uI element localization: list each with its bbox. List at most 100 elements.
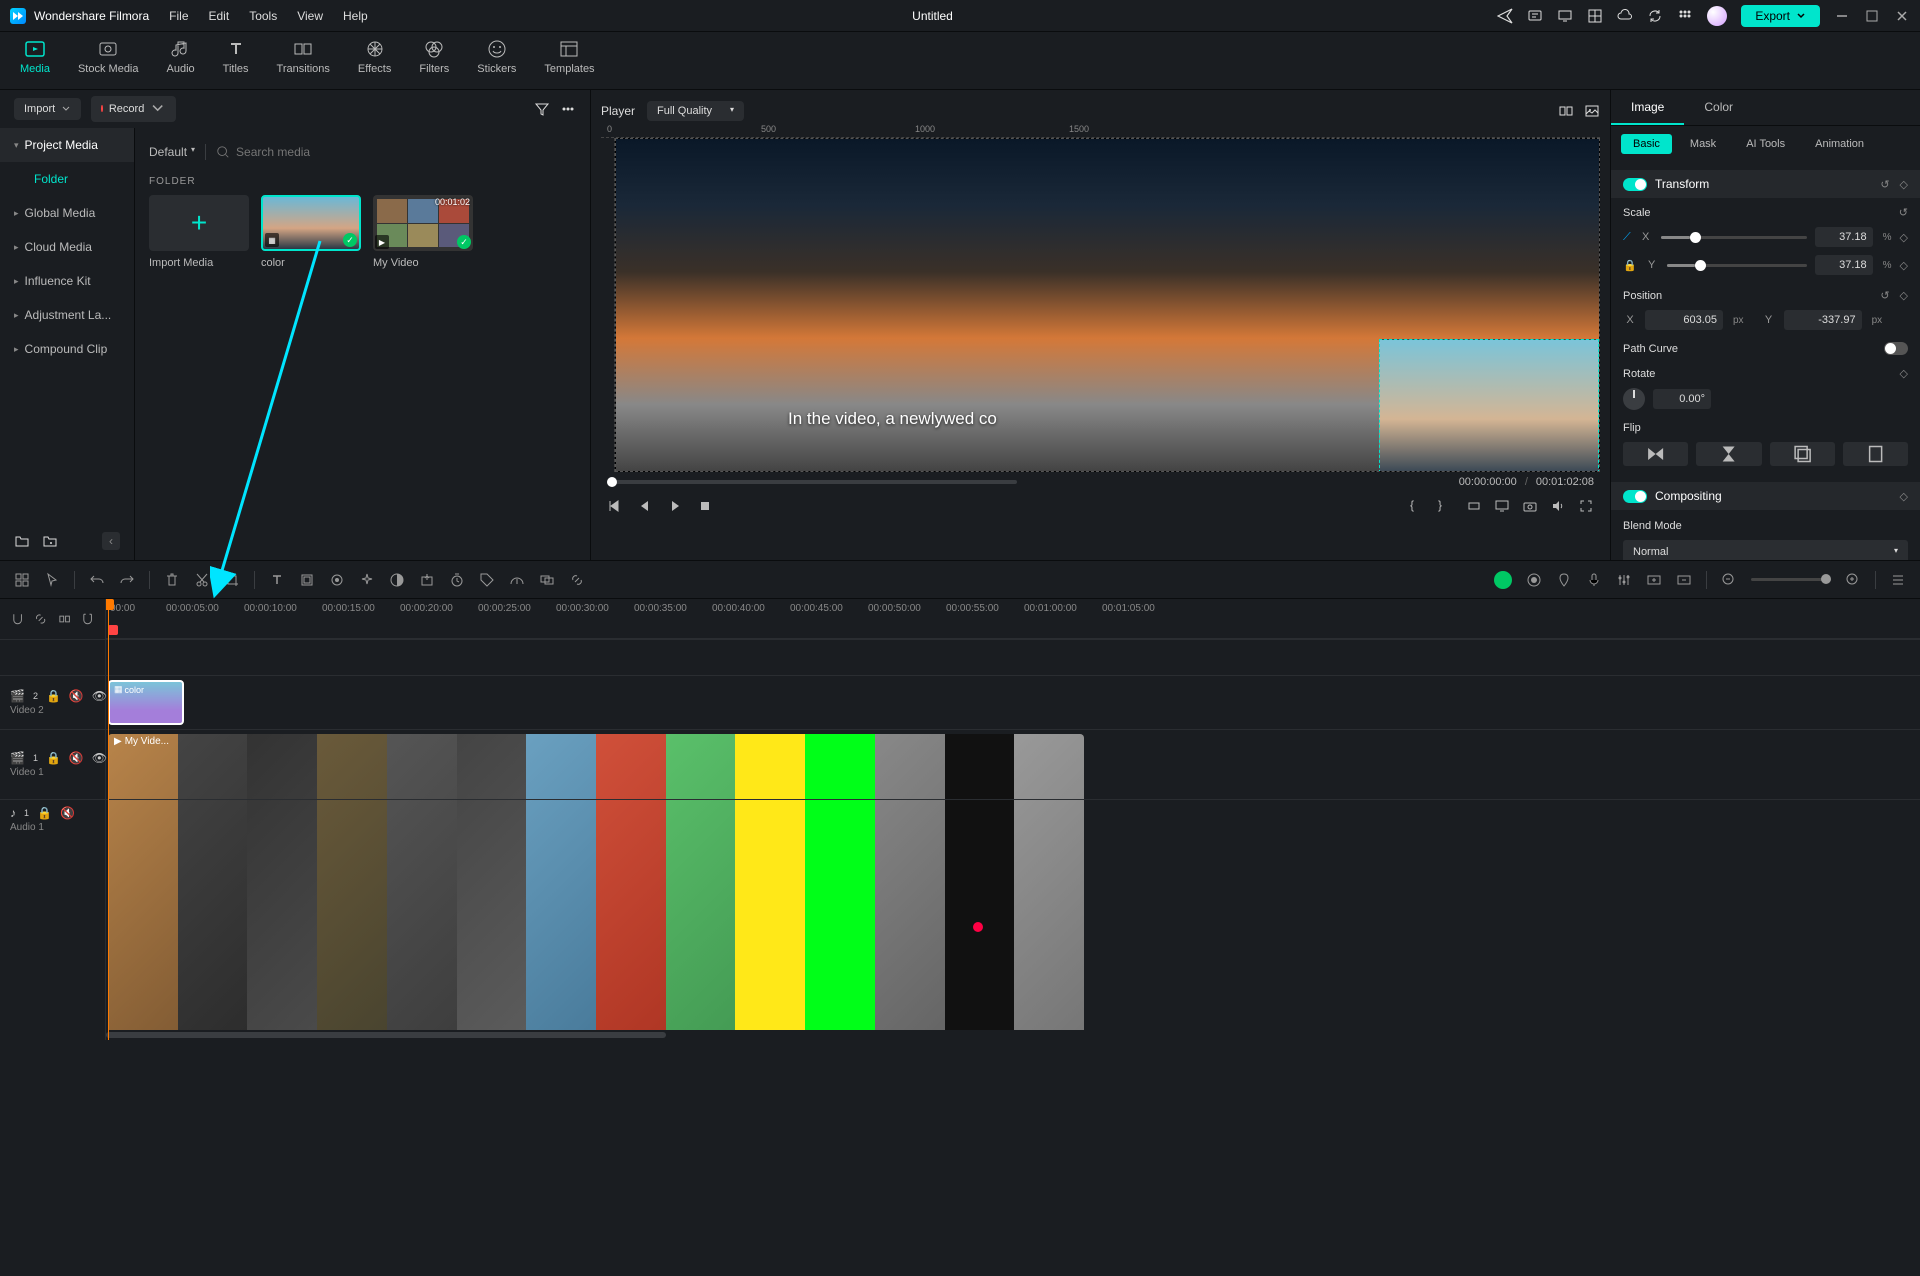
delete-icon[interactable] — [164, 572, 180, 588]
export-frame-icon[interactable] — [419, 572, 435, 588]
compare-icon[interactable] — [1558, 103, 1574, 119]
tab-filters[interactable]: Filters — [419, 38, 449, 89]
ripple-icon[interactable] — [57, 611, 72, 627]
transform-toggle[interactable] — [1623, 178, 1647, 191]
menu-view[interactable]: View — [297, 9, 323, 23]
speed-icon[interactable] — [509, 572, 525, 588]
sort-dropdown[interactable]: Default▾ — [149, 145, 195, 159]
clip-icon[interactable] — [1466, 498, 1482, 514]
sidebar-influence-kit[interactable]: ▸Influence Kit — [0, 264, 134, 298]
snapshot-icon[interactable] — [1522, 498, 1538, 514]
render-button[interactable] — [1494, 571, 1512, 589]
pip-overlay[interactable] — [1379, 339, 1599, 472]
more-icon[interactable] — [560, 101, 576, 117]
crop-icon[interactable] — [224, 572, 240, 588]
track-video1[interactable]: ▶ My Vide... — [106, 729, 1920, 799]
tab-audio[interactable]: Audio — [167, 38, 195, 89]
tab-effects[interactable]: Effects — [358, 38, 391, 89]
marker-indicator[interactable] — [108, 625, 118, 635]
effect-icon[interactable] — [329, 572, 345, 588]
zoom-in-icon[interactable] — [1845, 572, 1861, 588]
undo-icon[interactable] — [89, 572, 105, 588]
sidebar-folder[interactable]: Folder — [0, 162, 134, 196]
track-sub-icon[interactable] — [1676, 572, 1692, 588]
sidebar-compound-clip[interactable]: ▸Compound Clip — [0, 332, 134, 366]
tab-stickers[interactable]: Stickers — [477, 38, 516, 89]
cursor-icon[interactable] — [44, 572, 60, 588]
mark-in-icon[interactable]: { — [1410, 498, 1426, 514]
tab-titles[interactable]: Titles — [223, 38, 249, 89]
maximize-button[interactable] — [1864, 8, 1880, 24]
scale-y-value[interactable]: 37.18 — [1815, 255, 1873, 275]
menu-edit[interactable]: Edit — [209, 9, 230, 23]
pos-y-value[interactable]: -337.97 — [1784, 310, 1862, 330]
scrub-bar[interactable] — [607, 480, 1017, 484]
menu-tools[interactable]: Tools — [249, 9, 277, 23]
media-item-color[interactable]: ▦✓ color — [261, 195, 361, 269]
mic-icon[interactable] — [1586, 572, 1602, 588]
paste-button[interactable] — [1843, 442, 1908, 466]
rotate-knob[interactable] — [1623, 388, 1645, 410]
track-head-video2[interactable]: 🎬2🔒🔇👁 Video 2 — [0, 675, 105, 729]
rotate-value[interactable]: 0.00° — [1653, 389, 1711, 409]
layout-icon[interactable] — [14, 572, 30, 588]
sidebar-global-media[interactable]: ▸Global Media — [0, 196, 134, 230]
mixer-icon[interactable] — [1616, 572, 1632, 588]
add-track-icon[interactable] — [1646, 572, 1662, 588]
cut-icon[interactable] — [194, 572, 210, 588]
quality-dropdown[interactable]: Full Quality▾ — [647, 101, 744, 121]
close-button[interactable] — [1894, 8, 1910, 24]
pos-reset-icon[interactable]: ↺ — [1880, 289, 1889, 302]
blendmode-select[interactable]: Normal▾ — [1623, 540, 1908, 560]
display-icon[interactable] — [1494, 498, 1510, 514]
record-vo-icon[interactable] — [1526, 572, 1542, 588]
pathcurve-toggle[interactable] — [1884, 342, 1908, 355]
import-media-card[interactable]: + Import Media — [149, 195, 249, 269]
clip-myvideo[interactable]: ▶ My Vide... — [108, 734, 1084, 1040]
track-head-video1[interactable]: 🎬1🔒🔇👁 Video 1 — [0, 729, 105, 799]
track-video2[interactable]: ▦ color — [106, 675, 1920, 729]
minimize-button[interactable] — [1834, 8, 1850, 24]
color-icon[interactable] — [389, 572, 405, 588]
scale-x-slider[interactable] — [1661, 236, 1807, 239]
zoom-slider[interactable] — [1751, 578, 1831, 581]
link-icon[interactable]: ⟋ — [1623, 231, 1631, 244]
list-icon[interactable] — [1890, 572, 1906, 588]
timer-icon[interactable] — [449, 572, 465, 588]
sidebar-collapse-icon[interactable]: ‹ — [102, 532, 120, 550]
sidebar-cloud-media[interactable]: ▸Cloud Media — [0, 230, 134, 264]
subtab-mask[interactable]: Mask — [1678, 134, 1728, 154]
reset-icon[interactable]: ↺ — [1880, 178, 1889, 191]
marker-icon[interactable] — [1556, 572, 1572, 588]
compositing-toggle[interactable] — [1623, 490, 1647, 503]
apps-icon[interactable] — [1677, 8, 1693, 24]
pos-kf-icon[interactable]: ◇ — [1900, 289, 1908, 302]
tab-media[interactable]: Media — [20, 38, 50, 89]
scale-x-value[interactable]: 37.18 — [1815, 227, 1873, 247]
sidebar-project-media[interactable]: ▾Project Media — [0, 128, 134, 162]
tab-stock-media[interactable]: Stock Media — [78, 38, 139, 89]
tag-icon[interactable] — [479, 572, 495, 588]
import-dropdown[interactable]: Import — [14, 98, 81, 120]
menu-file[interactable]: File — [169, 9, 188, 23]
tab-color[interactable]: Color — [1684, 90, 1753, 125]
unlink-icon[interactable] — [569, 572, 585, 588]
play-reverse-icon[interactable] — [637, 498, 653, 514]
keyframe-icon[interactable]: ◇ — [1900, 178, 1908, 191]
text-icon[interactable] — [269, 572, 285, 588]
tab-image[interactable]: Image — [1611, 90, 1684, 125]
stop-icon[interactable] — [697, 498, 713, 514]
redo-icon[interactable] — [119, 572, 135, 588]
player-canvas[interactable]: In the video, a newlywed co — [615, 138, 1600, 472]
new-folder-icon[interactable] — [14, 533, 30, 549]
comp-kf-icon[interactable]: ◇ — [1900, 490, 1908, 503]
timeline-content[interactable]: 00:00 00:00:05:00 00:00:10:00 00:00:15:0… — [106, 599, 1920, 1040]
frame-icon[interactable] — [299, 572, 315, 588]
play-icon[interactable] — [667, 498, 683, 514]
subtab-aitools[interactable]: AI Tools — [1734, 134, 1797, 154]
flip-h-button[interactable] — [1623, 442, 1688, 466]
tab-templates[interactable]: Templates — [544, 38, 594, 89]
user-avatar[interactable] — [1707, 6, 1727, 26]
group-icon[interactable] — [539, 572, 555, 588]
sparkle-icon[interactable] — [359, 572, 375, 588]
